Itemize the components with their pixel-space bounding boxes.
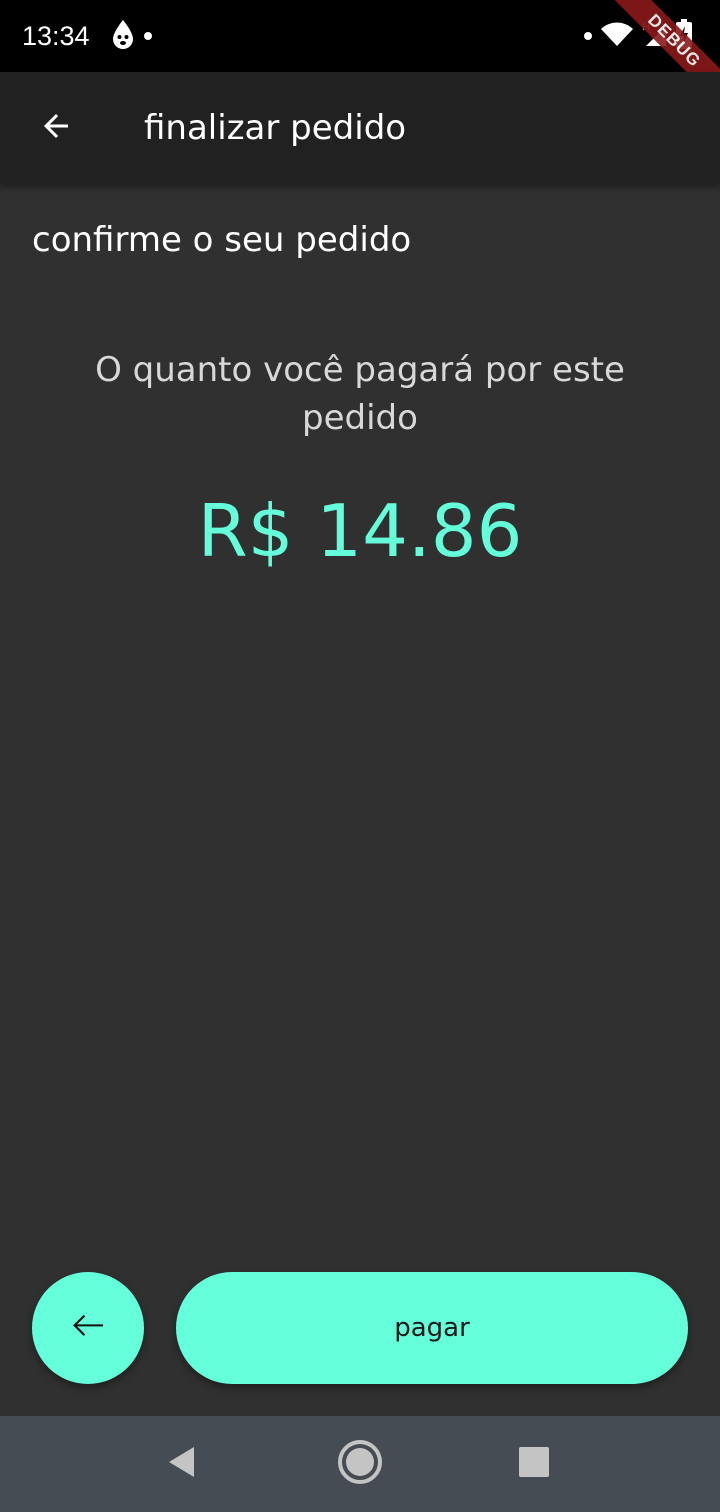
section-title: confirme o seu pedido bbox=[32, 220, 412, 260]
arrow-back-icon bbox=[38, 108, 74, 148]
back-triangle-icon bbox=[166, 1445, 198, 1483]
checkout-screen: 13:34 H bbox=[0, 0, 720, 1512]
back-fab-button[interactable] bbox=[32, 1272, 144, 1384]
arrow-back-icon bbox=[68, 1306, 108, 1350]
nav-recents-button[interactable] bbox=[510, 1440, 558, 1488]
home-circle-icon bbox=[337, 1439, 383, 1489]
pay-button-label: pagar bbox=[394, 1313, 470, 1343]
order-total: R$ 14.86 bbox=[197, 489, 523, 573]
drop-notification-icon bbox=[110, 18, 136, 54]
amount-caption: O quanto você pagará por este pedido bbox=[95, 350, 625, 438]
recents-square-icon bbox=[518, 1446, 550, 1482]
app-bar-back-button[interactable] bbox=[20, 92, 92, 164]
page-title: finalizar pedido bbox=[144, 108, 407, 148]
status-time: 13:34 bbox=[22, 21, 90, 51]
pay-button[interactable]: pagar bbox=[176, 1272, 688, 1384]
system-nav-bar bbox=[0, 1416, 720, 1512]
dot-icon bbox=[584, 32, 592, 40]
nav-back-button[interactable] bbox=[158, 1440, 206, 1488]
dot-icon bbox=[144, 32, 152, 40]
wifi-icon bbox=[600, 21, 634, 51]
nav-home-button[interactable] bbox=[336, 1440, 384, 1488]
app-bar: finalizar pedido bbox=[0, 72, 720, 184]
status-left-icons bbox=[110, 18, 152, 54]
status-bar: 13:34 H bbox=[0, 0, 720, 107]
